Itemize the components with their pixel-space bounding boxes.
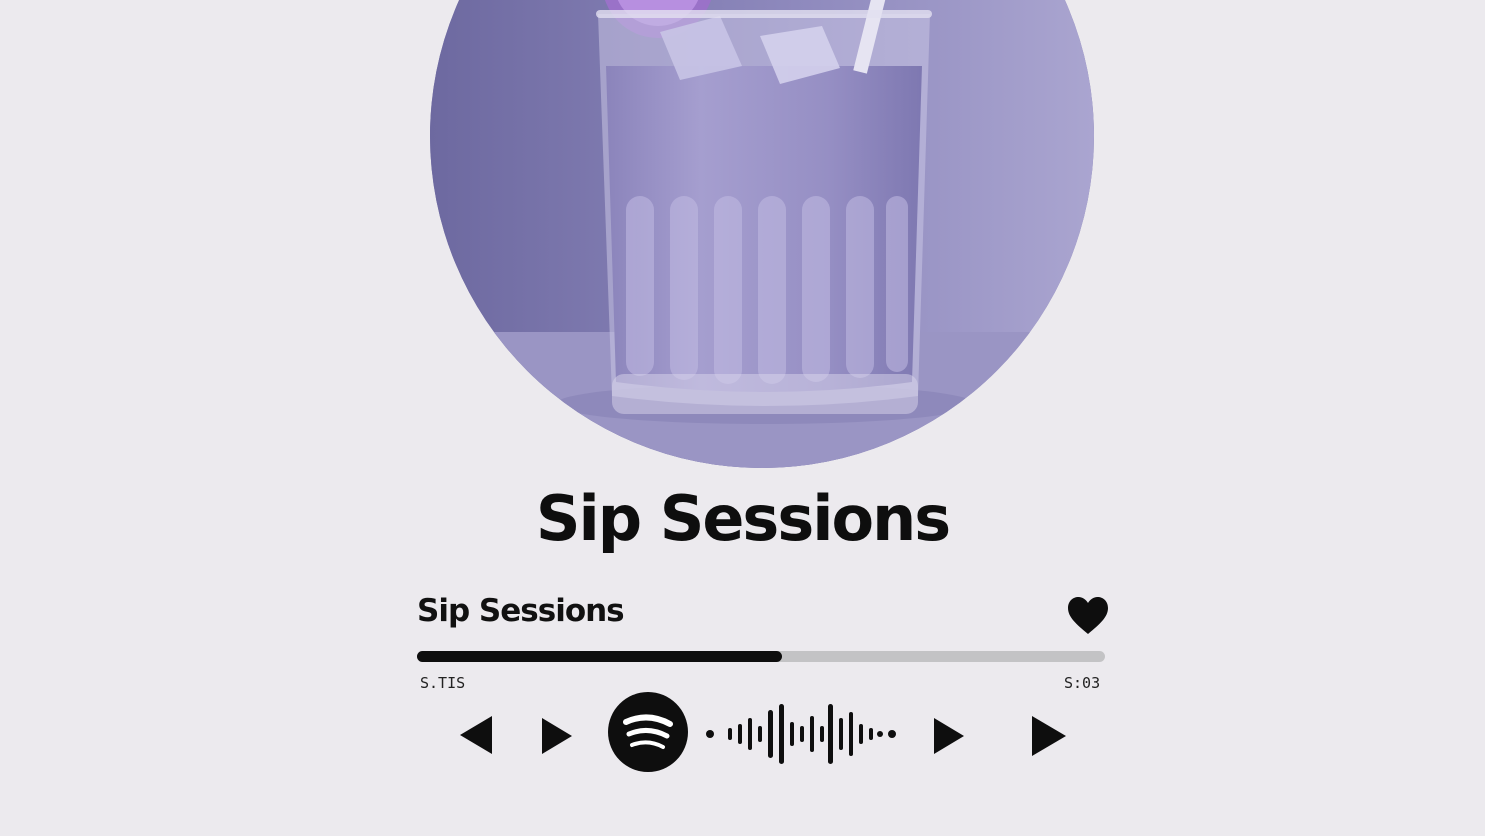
drink-glass-image [430,0,1094,468]
elapsed-time: S.TIS [420,674,466,692]
progress-bar[interactable] [417,651,1105,662]
play-icon[interactable] [540,716,574,756]
chevron-left-icon[interactable] [458,714,494,756]
heart-icon[interactable] [1066,596,1110,636]
progress-fill [417,651,782,662]
play-next-icon[interactable] [932,716,966,756]
track-title: Sip Sessions [417,593,625,629]
total-time: S:03 [1064,674,1101,692]
album-artwork [430,0,1094,468]
waveform-icon [706,704,896,764]
spotify-logo-icon[interactable] [608,692,688,772]
skip-icon[interactable] [1030,714,1068,758]
page-title: Sip Sessions [535,482,951,555]
